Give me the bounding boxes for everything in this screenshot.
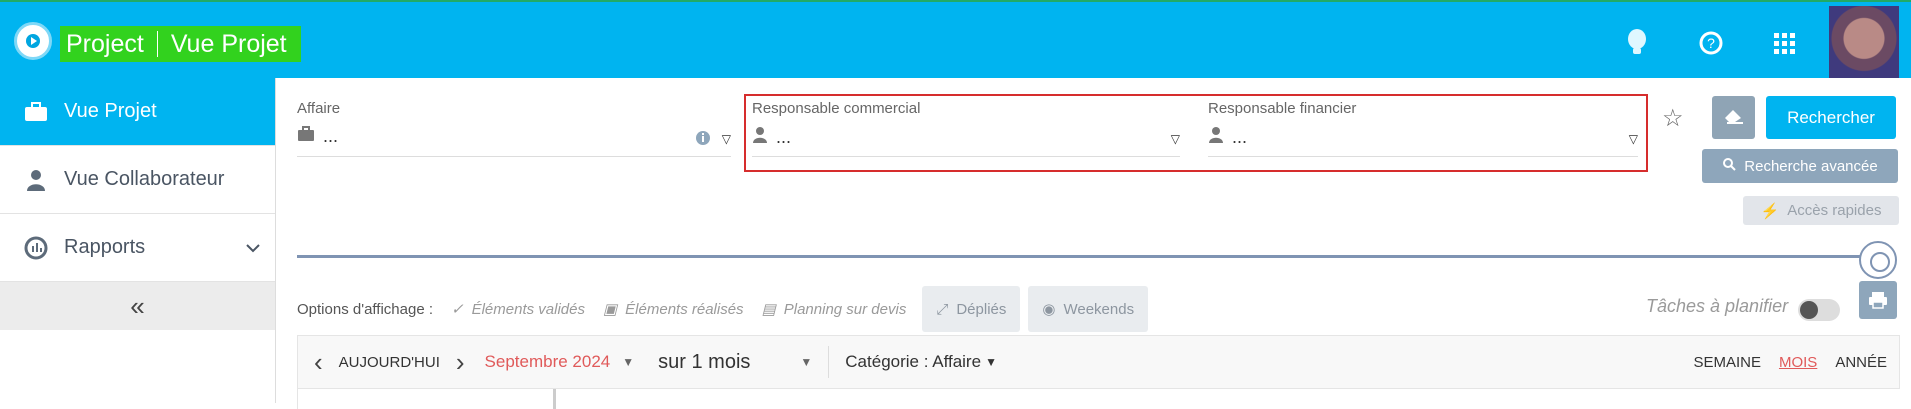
quick-access-button[interactable]: ⚡ Accès rapides <box>1743 196 1899 225</box>
month-selector[interactable]: Septembre 2024 ▼ <box>485 352 635 372</box>
person-icon <box>1208 126 1224 149</box>
chevron-down-icon[interactable] <box>245 236 261 259</box>
display-options: Options d'affichage : ✓ Éléments validés … <box>297 286 1149 332</box>
responsable-financier-field[interactable]: Responsable financier ... ▽ <box>1208 100 1638 160</box>
today-button[interactable]: AUJOURD'HUI <box>339 354 440 371</box>
timeline-track <box>297 255 1876 258</box>
category-selector[interactable]: Catégorie : Affaire ▼ <box>845 352 997 372</box>
expanded-button[interactable]: ⤢ Dépliés <box>922 286 1021 332</box>
responsable-financier-value: ... <box>1232 127 1248 147</box>
expand-icon: ⤢ <box>936 300 949 318</box>
person-icon <box>752 126 768 149</box>
help-icon[interactable]: ? <box>1696 28 1726 58</box>
lightning-icon: ⚡ <box>1760 202 1780 220</box>
affaire-value: ... <box>323 126 339 146</box>
star-icon[interactable]: ☆ <box>1662 104 1684 133</box>
toggle-elements-realises[interactable]: ▣ Éléments réalisés <box>602 300 744 319</box>
chevron-down-icon[interactable]: ▽ <box>1171 132 1180 146</box>
next-icon[interactable]: › <box>456 347 465 378</box>
tasks-to-plan-toggle[interactable] <box>1798 299 1840 321</box>
view-year-button[interactable]: ANNÉE <box>1835 354 1887 371</box>
main-content: Affaire ... ▽ Responsable commercial ...… <box>276 78 1911 409</box>
user-avatar[interactable] <box>1829 6 1899 78</box>
responsable-commercial-field[interactable]: Responsable commercial ... ▽ <box>752 100 1180 160</box>
view-week-button[interactable]: SEMAINE <box>1693 354 1761 371</box>
sidebar-item-vue-collaborateur[interactable]: Vue Collaborateur <box>0 146 275 214</box>
zoom-out-icon[interactable] <box>1859 241 1897 279</box>
lightbulb-icon[interactable] <box>1622 28 1652 58</box>
view-month-button[interactable]: MOIS <box>1779 354 1817 371</box>
printer-icon <box>1868 290 1888 315</box>
module-title: Project <box>66 29 144 58</box>
document-icon: ▤ <box>761 301 776 318</box>
eye-icon: ◉ <box>1042 301 1056 318</box>
sidebar-item-rapports[interactable]: Rapports <box>0 214 275 282</box>
calendar-check-icon: ▣ <box>602 301 618 318</box>
sidebar-item-label: Vue Projet <box>64 100 157 122</box>
briefcase-icon <box>297 126 315 147</box>
weekends-button[interactable]: ◉ Weekends <box>1028 286 1149 332</box>
previous-icon[interactable]: ‹ <box>314 347 323 378</box>
eraser-icon <box>1723 106 1745 129</box>
check-icon: ✓ <box>451 301 464 318</box>
search-icon <box>1722 157 1736 175</box>
sidebar-collapse-button[interactable]: « <box>0 282 275 330</box>
toggle-elements-valides[interactable]: ✓ Éléments validés <box>451 300 585 319</box>
sidebar-item-label: Vue Collaborateur <box>64 168 225 190</box>
display-options-label: Options d'affichage : <box>297 300 434 318</box>
period-selector[interactable]: sur 1 mois ▼ <box>658 351 812 374</box>
app-logo-icon[interactable] <box>14 22 52 60</box>
calendar-toolbar: ‹ AUJOURD'HUI › Septembre 2024 ▼ sur 1 mo… <box>297 335 1900 389</box>
sidebar-item-vue-projet[interactable]: Vue Projet <box>0 78 275 146</box>
quick-access-label: Accès rapides <box>1787 202 1882 219</box>
search-button[interactable]: Rechercher <box>1766 96 1896 139</box>
top-bar: Project Vue Projet ? <box>0 0 1911 78</box>
advanced-search-label: Recherche avancée <box>1744 157 1878 175</box>
affaire-field[interactable]: Affaire ... ▽ <box>297 100 731 160</box>
clear-filters-button[interactable] <box>1712 96 1755 139</box>
page-title: Project Vue Projet <box>60 26 301 62</box>
responsable-financier-label: Responsable financier <box>1208 100 1357 117</box>
toggle-planning-devis[interactable]: ▤ Planning sur devis <box>761 300 907 319</box>
print-button[interactable] <box>1859 281 1897 319</box>
responsable-commercial-value: ... <box>776 127 792 147</box>
calendar-grid <box>297 389 1900 409</box>
affaire-label: Affaire <box>297 100 341 117</box>
chevron-down-icon: ▼ <box>800 355 813 369</box>
title-divider <box>156 31 158 57</box>
apps-grid-icon[interactable] <box>1769 28 1799 58</box>
svg-text:?: ? <box>1707 35 1715 51</box>
responsable-commercial-label: Responsable commercial <box>752 100 921 117</box>
report-icon <box>22 236 50 260</box>
tasks-to-plan-label: Tâches à planifier <box>1646 296 1789 316</box>
view-title: Vue Projet <box>170 29 287 58</box>
chevron-down-icon[interactable]: ▽ <box>1629 132 1638 146</box>
chevron-down-icon[interactable]: ▽ <box>722 132 731 146</box>
briefcase-icon <box>22 100 50 124</box>
sidebar: Vue Projet Vue Collaborateur Rapports « <box>0 78 276 403</box>
info-icon[interactable] <box>695 130 711 151</box>
chevron-down-icon: ▼ <box>985 355 997 369</box>
chevron-down-icon: ▼ <box>622 355 635 369</box>
user-icon <box>22 168 50 192</box>
sidebar-item-label: Rapports <box>64 236 146 258</box>
advanced-search-button[interactable]: Recherche avancée <box>1702 149 1898 183</box>
